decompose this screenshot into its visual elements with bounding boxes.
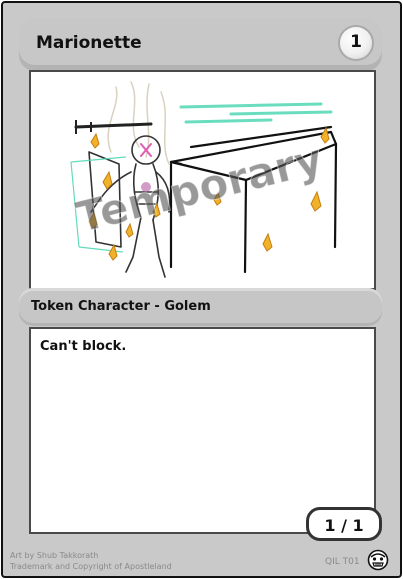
type-line: Token Character - Golem [31,299,211,314]
type-line-bar: Token Character - Golem [19,288,382,326]
card-name: Marionette [36,33,142,53]
artist-credit: Art by Shub Takkorath [10,551,99,560]
cost-value: 1 [350,32,362,52]
card-art: Temporary [29,70,376,290]
rules-text: Can't block. [40,339,127,354]
set-symbol-face-icon [367,549,389,571]
cost-badge: 1 [340,27,372,59]
collector-number: 1 / 1 [324,516,364,535]
title-bar: Marionette 1 [19,19,382,68]
rules-text-box: Can't block. [29,327,376,534]
footer-credits: Art by Shub Takkorath Trademark and Copy… [10,550,172,572]
collector-number-badge: 1 / 1 [306,507,382,541]
art-sketch: Temporary [70,81,338,278]
set-code: QIL T01 [325,557,360,567]
copyright-notice: Trademark and Copyright of Apostleland [10,562,172,571]
